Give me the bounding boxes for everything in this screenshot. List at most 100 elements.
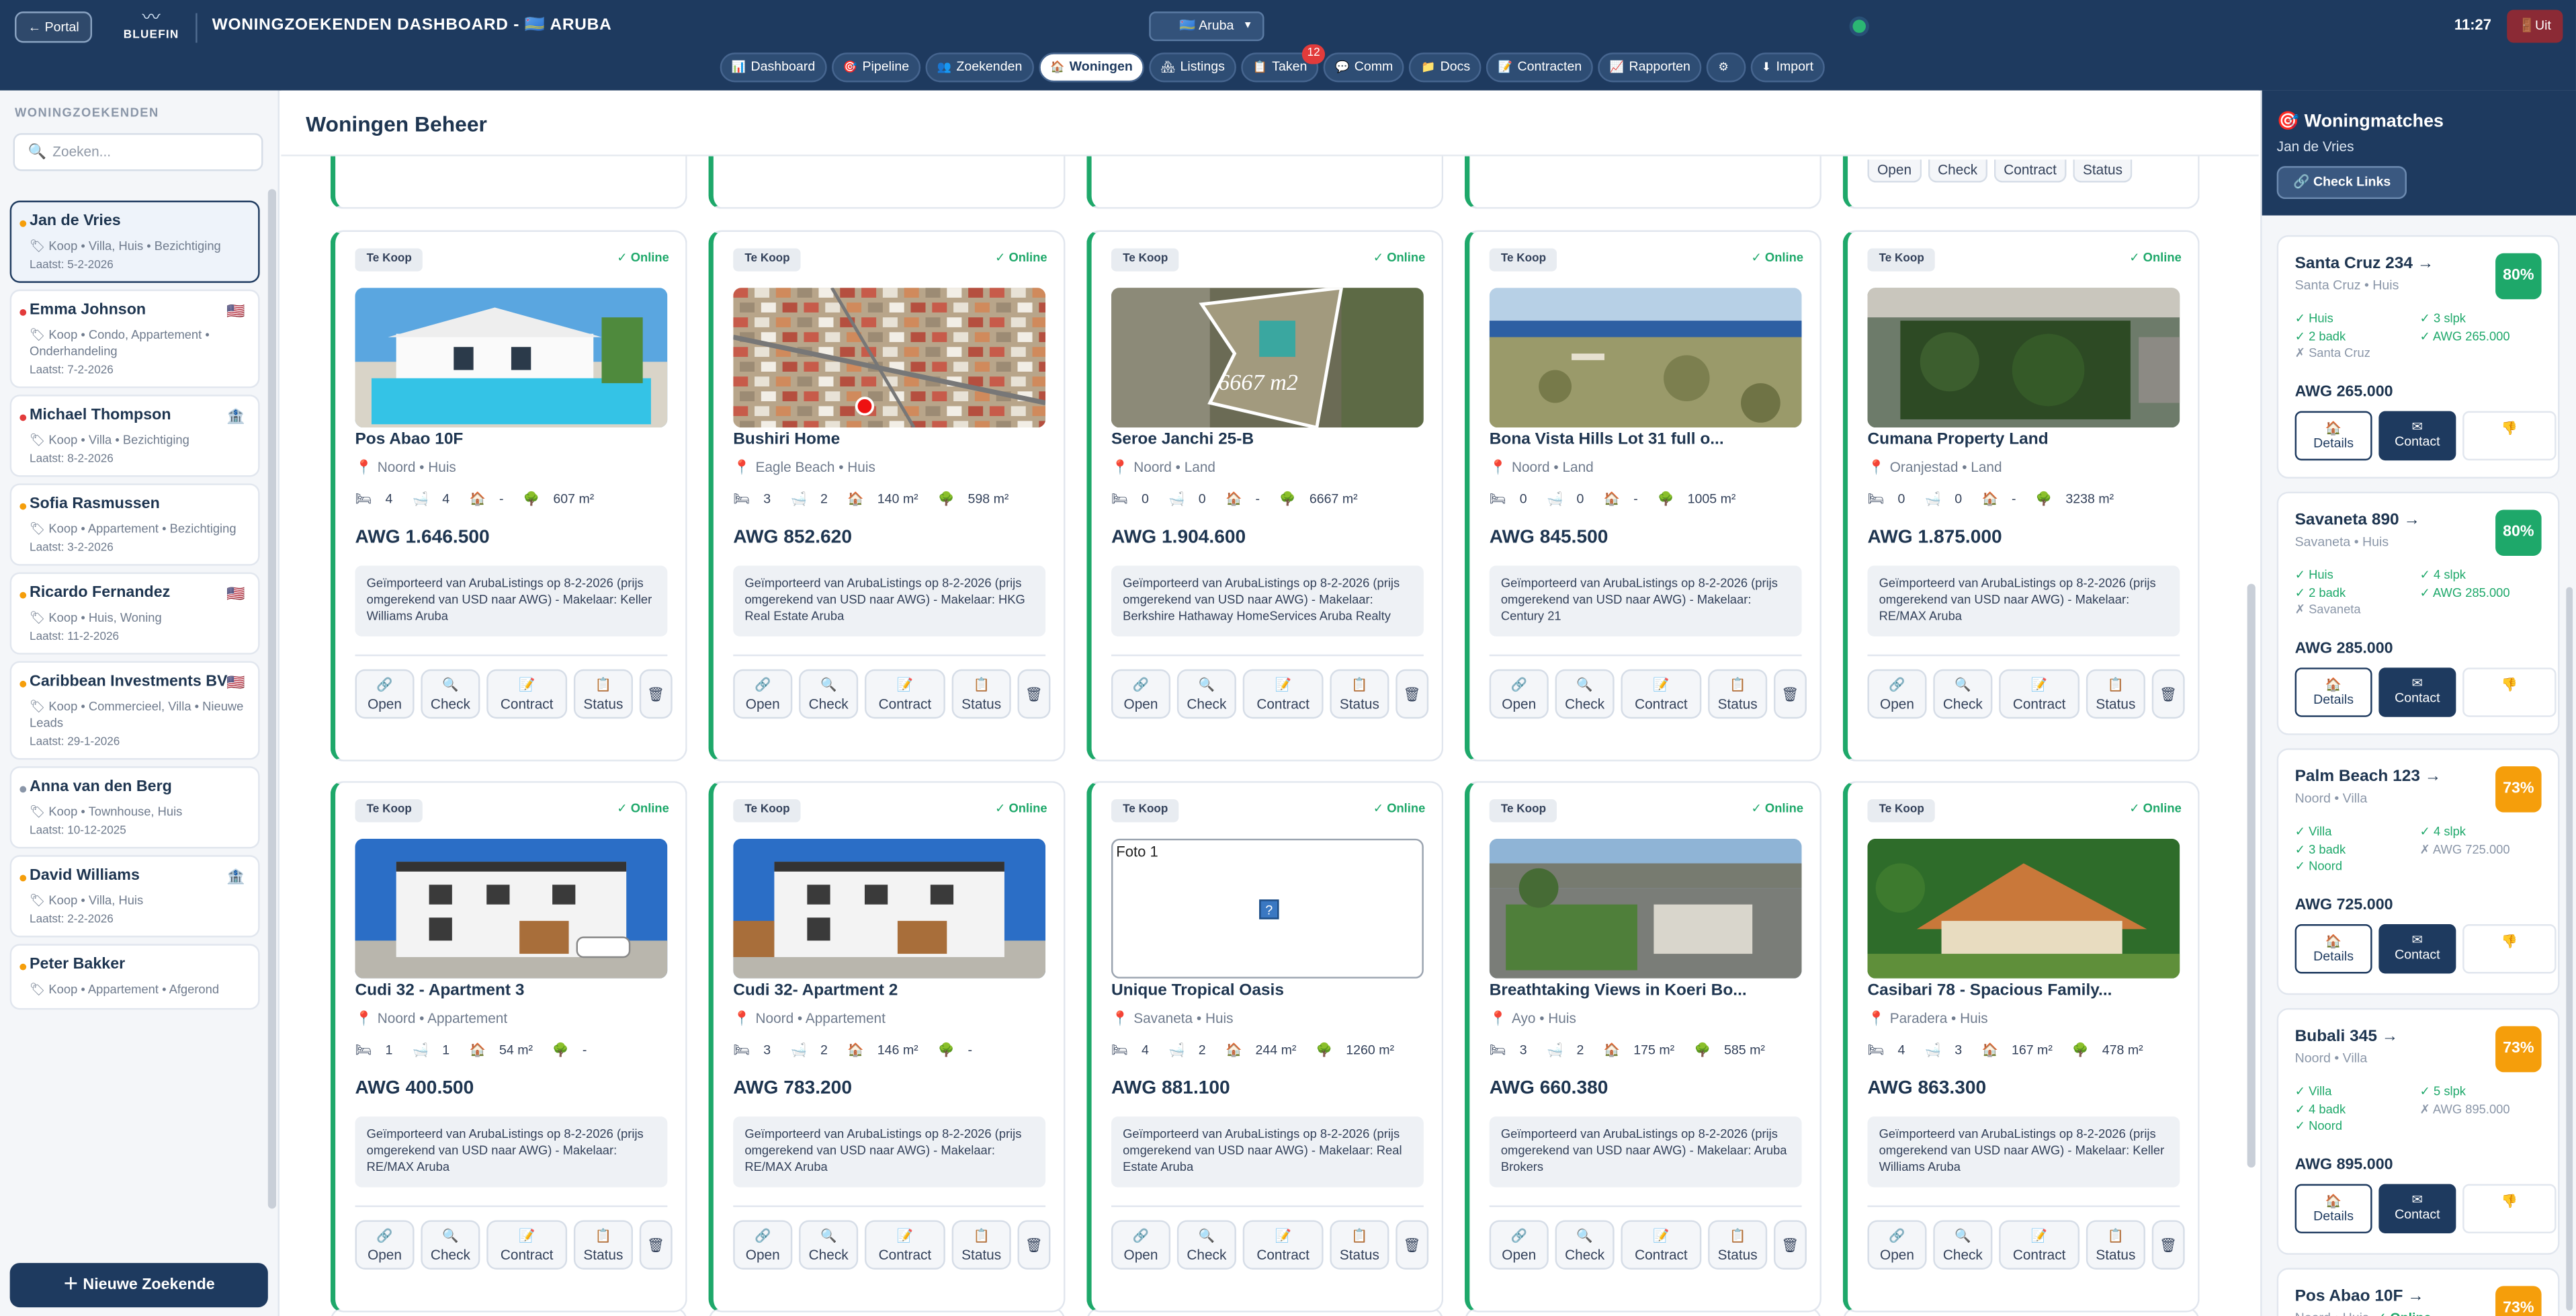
contact-button[interactable]: ✉ Contact [2378,1184,2456,1234]
status-button[interactable]: 📋 Status [2086,1220,2145,1270]
seeker-card[interactable]: Peter Bakker 🏷 Koop • Appartement • Afger… [9,944,260,1010]
nav-docs[interactable]: 📁 Docs [1409,52,1482,83]
delete-button[interactable]: 🗑 [2151,669,2185,719]
match-card[interactable]: Savaneta 890 → Savaneta • Huis 80% ✓ Huis ✓ … [2276,491,2560,735]
contact-button[interactable]: ✉ Contact [2378,411,2456,461]
status-button[interactable]: 📋 Status [1330,669,1389,719]
seeker-card[interactable]: Sofia Rasmussen 🏷 Koop • Appartement • Be… [9,483,260,566]
details-button[interactable]: 🏠 Details [2294,411,2372,461]
open-button[interactable]: 🔗 Open [355,1220,415,1270]
property-photo[interactable]: 6667 m2 [1111,288,1424,428]
main-scrollbar[interactable] [2247,583,2256,1168]
property-photo[interactable] [1867,838,2180,979]
property-card[interactable]: Te Koop ✓ Online Cudi 32 - Apartment 3 📍 Noo… [330,781,687,1313]
nav-woningen[interactable]: 🏠 Woningen [1038,52,1144,83]
status-button[interactable]: 📋 Status [1708,669,1768,719]
property-photo[interactable] [355,288,668,428]
open-button[interactable]: 🔗 Open [1111,1220,1171,1270]
property-card[interactable]: Te Koop ✓ Online Casibari 78 - Spacious Fa… [1842,781,2200,1313]
new-seeker-button[interactable]: ＋ Nieuwe Zoekende [9,1263,268,1308]
contact-button[interactable]: ✉ Contact [2378,924,2456,974]
open-button[interactable]: 🔗 Open [1489,669,1549,719]
nav-comm[interactable]: 💬 Comm [1323,52,1405,83]
property-card[interactable]: Te Koop ✓ Online 6667 m2 Seroe Janchi 25-B 📍… [1086,230,1444,762]
open-button[interactable]: 🔗 Open [355,669,415,719]
match-name[interactable]: Savaneta 890 → [2295,511,2420,530]
delete-button[interactable]: 🗑 [1396,1220,1429,1270]
nav-zoekenden[interactable]: 👥 Zoekenden [925,52,1034,83]
delete-button[interactable]: 🗑 [1017,1220,1051,1270]
match-card[interactable]: Pos Abao 10F → Noord • Huis✓ Online 73% [2276,1268,2560,1316]
property-photo[interactable]: Foto 1? [1111,838,1424,979]
match-card[interactable]: Santa Cruz 234 → Santa Cruz • Huis 80% ✓ Hu… [2276,235,2560,479]
sidebar-scrollbar[interactable] [267,189,277,1209]
nav-settings[interactable]: ⚙ [1707,52,1746,83]
seeker-card[interactable]: Jan de Vries 🏷 Koop • Villa, Huis • Bezic… [9,200,260,283]
match-name[interactable]: Pos Abao 10F → [2295,1288,2424,1306]
property-photo[interactable] [733,838,1046,979]
contact-button[interactable]: ✉ Contact [2378,667,2456,717]
open-button[interactable]: 🔗 Open [1867,669,1927,719]
status-button[interactable]: 📋 Status [2086,669,2145,719]
matches-scrollbar[interactable] [2566,587,2573,1311]
status-button[interactable]: 📋 Status [573,1220,633,1270]
search-input[interactable]: 🔍 Zoeken... [13,133,263,171]
dislike-button[interactable]: 👎 [2462,411,2557,461]
property-card[interactable]: Te Koop ✓ Online Foto 1? Unique Tropical Oa… [1086,781,1444,1313]
logout-button[interactable]: 🚪Uit [2507,9,2563,43]
delete-button[interactable]: 🗑 [1017,669,1051,719]
delete-button[interactable]: 🗑 [639,669,673,719]
check-button[interactable]: 🔍 Check [799,669,859,719]
property-photo[interactable] [1867,288,2180,428]
nav-import[interactable]: ⬇ Import [1750,52,1826,83]
check-button[interactable]: 🔍 Check [799,1220,859,1270]
match-card[interactable]: Palm Beach 123 → Noord • Villa 73% ✓ Villa ✓… [2276,748,2560,995]
check-button[interactable]: 🔍 Check [1933,669,1993,719]
contract-button[interactable]: 📝 Contract [486,669,568,719]
contract-button[interactable]: Contract [1993,159,2067,183]
property-card[interactable]: Te Koop ✓ Online Cudi 32- Apartment 2 📍 Noor… [708,781,1066,1313]
contract-button[interactable]: 📝 Contract [1621,1220,1702,1270]
property-card[interactable]: Te Koop ✓ Online Cumana Property Land 📍 Oran… [1842,230,2200,762]
status-button[interactable]: 📋 Status [573,669,633,719]
seeker-card[interactable]: Anna van den Berg 🏷 Koop • Townhouse, Hui… [9,766,260,849]
contract-button[interactable]: 📝 Contract [864,669,945,719]
region-select[interactable]: 🇦🇼 Aruba ▼ [1149,11,1264,42]
portal-button[interactable]: ← Portal [15,11,93,43]
nav-rapporten[interactable]: 📈 Rapporten [1598,52,1703,83]
match-name[interactable]: Palm Beach 123 → [2295,768,2442,786]
open-button[interactable]: 🔗 Open [1111,669,1171,719]
nav-contracten[interactable]: 📝 Contracten [1486,52,1594,83]
delete-button[interactable]: 🗑 [2151,1220,2185,1270]
status-button[interactable]: 📋 Status [951,669,1011,719]
open-button[interactable]: 🔗 Open [1489,1220,1549,1270]
contract-button[interactable]: 📝 Contract [486,1220,568,1270]
match-name[interactable]: Bubali 345 → [2295,1028,2399,1046]
nav-dashboard[interactable]: 📊 Dashboard [720,52,827,83]
check-button[interactable]: 🔍 Check [1933,1220,1993,1270]
nav-listings[interactable]: 🏘 Listings [1149,52,1237,83]
check-button[interactable]: 🔍 Check [421,669,480,719]
contract-button[interactable]: 📝 Contract [1999,669,2080,719]
contract-button[interactable]: 📝 Contract [864,1220,945,1270]
property-card[interactable]: Te Koop ✓ Online Bushiri Home 📍 Eagle Beach … [708,230,1066,762]
details-button[interactable]: 🏠 Details [2294,1184,2372,1234]
check-button[interactable]: Check [1928,159,1987,183]
property-card[interactable]: Te Koop ✓ Online Pos Abao 10F 📍 Noord • Huis… [330,230,687,762]
delete-button[interactable]: 🗑 [1773,669,1807,719]
status-button[interactable]: 📋 Status [1330,1220,1389,1270]
seeker-card[interactable]: Michael Thompson 🏦 🏷 Koop • Villa • Bezich… [9,395,260,477]
details-button[interactable]: 🏠 Details [2294,667,2372,717]
seeker-card[interactable]: David Williams 🏦 🏷 Koop • Villa, Huis Laats… [9,855,260,938]
check-links-button[interactable]: 🔗 Check Links [2276,166,2407,200]
check-button[interactable]: 🔍 Check [1555,669,1615,719]
nav-pipeline[interactable]: 🎯 Pipeline [831,52,921,83]
open-button[interactable]: 🔗 Open [1867,1220,1927,1270]
check-button[interactable]: 🔍 Check [1555,1220,1615,1270]
property-card[interactable]: Te Koop ✓ Online Bona Vista Hills Lot 31 f… [1465,230,1821,762]
check-button[interactable]: 🔍 Check [1176,669,1236,719]
dislike-button[interactable]: 👎 [2462,667,2557,717]
status-button[interactable]: 📋 Status [1708,1220,1768,1270]
property-photo[interactable] [355,838,668,979]
nav-taken[interactable]: 📋 Taken 12 [1241,44,1326,83]
